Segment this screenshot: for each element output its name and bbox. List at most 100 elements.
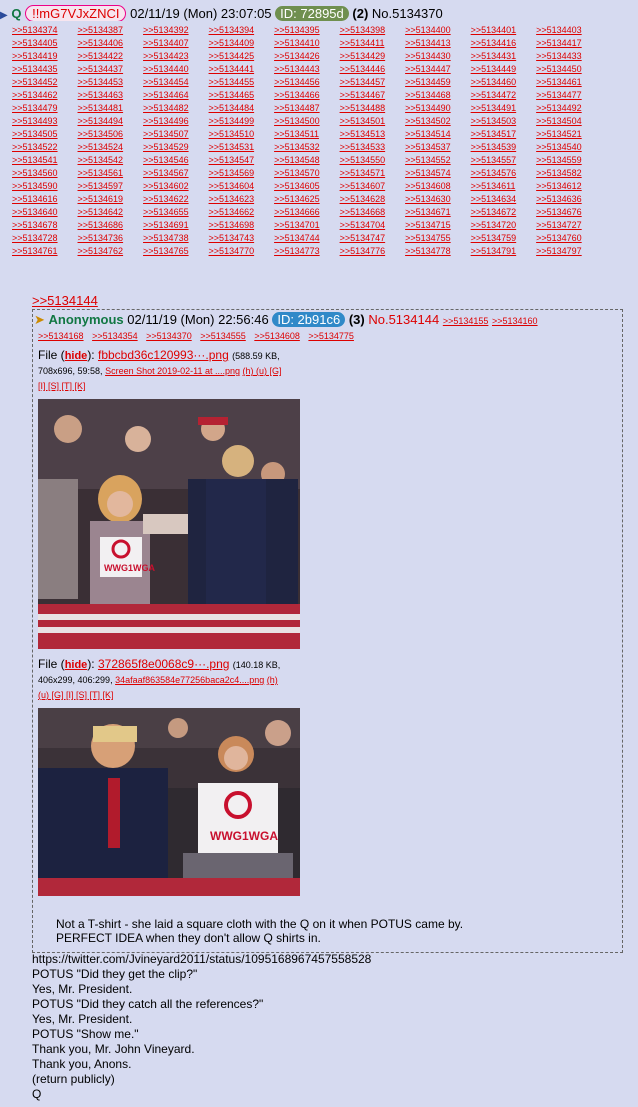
reply-link[interactable]: >>5134450 <box>536 63 599 76</box>
reply-link[interactable]: >>5134437 <box>78 63 141 76</box>
reply-link[interactable]: >>5134492 <box>536 102 599 115</box>
reply-link[interactable]: >>5134513 <box>340 128 403 141</box>
reply-link[interactable]: >>5134676 <box>536 206 599 219</box>
reply-link[interactable]: >>5134791 <box>471 245 534 258</box>
reply-link[interactable]: >>5134529 <box>143 141 206 154</box>
collapse-triangle-icon[interactable]: ▶ <box>0 10 8 21</box>
inline-reply-link[interactable]: >>5134155 <box>443 316 489 326</box>
reply-link[interactable]: >>5134425 <box>209 50 272 63</box>
reply-link[interactable]: >>5134701 <box>274 219 337 232</box>
reply-link[interactable]: >>5134668 <box>340 206 403 219</box>
reply-link[interactable]: >>5134622 <box>143 193 206 206</box>
hide-file-link[interactable]: hide <box>65 659 88 671</box>
reply-link[interactable]: >>5134514 <box>405 128 468 141</box>
reply-link[interactable]: >>5134511 <box>274 128 337 141</box>
reply-link[interactable]: >>5134604 <box>209 180 272 193</box>
reply-link[interactable]: >>5134440 <box>143 63 206 76</box>
reply-link[interactable]: >>5134454 <box>143 76 206 89</box>
reply-link[interactable]: >>5134640 <box>12 206 75 219</box>
reply-link[interactable]: >>5134759 <box>471 232 534 245</box>
reply-link[interactable]: >>5134400 <box>405 24 468 37</box>
reply-link[interactable]: >>5134449 <box>471 63 534 76</box>
reply-link[interactable]: >>5134634 <box>471 193 534 206</box>
reply-link[interactable]: >>5134507 <box>143 128 206 141</box>
reply-link[interactable]: >>5134426 <box>274 50 337 63</box>
backlink[interactable]: >>5134354 <box>92 331 138 341</box>
reply-link[interactable]: >>5134491 <box>471 102 534 115</box>
reply-link[interactable]: >>5134691 <box>143 219 206 232</box>
reply-link[interactable]: >>5134678 <box>12 219 75 232</box>
reply-link[interactable]: >>5134698 <box>209 219 272 232</box>
backlink[interactable]: >>5134370 <box>146 331 192 341</box>
reply-link[interactable]: >>5134433 <box>536 50 599 63</box>
reply-link[interactable]: >>5134762 <box>78 245 141 258</box>
reply-link[interactable]: >>5134505 <box>12 128 75 141</box>
reply-link[interactable]: >>5134574 <box>405 167 468 180</box>
reply-link[interactable]: >>5134744 <box>274 232 337 245</box>
quoted-post-link[interactable]: >>5134144 <box>32 293 98 308</box>
reply-link[interactable]: >>5134616 <box>12 193 75 206</box>
arrow-icon[interactable]: ➤ <box>34 312 45 327</box>
reply-link[interactable]: >>5134488 <box>340 102 403 115</box>
reply-link[interactable]: >>5134447 <box>405 63 468 76</box>
post-number[interactable]: No.5134144 <box>368 312 439 327</box>
reply-link[interactable]: >>5134463 <box>78 89 141 102</box>
reply-link[interactable]: >>5134636 <box>536 193 599 206</box>
reply-link[interactable]: >>5134531 <box>209 141 272 154</box>
reply-link[interactable]: >>5134411 <box>340 37 403 50</box>
hide-file-link[interactable]: hide <box>65 350 88 362</box>
reply-link[interactable]: >>5134453 <box>78 76 141 89</box>
reply-link[interactable]: >>5134435 <box>12 63 75 76</box>
reply-link[interactable]: >>5134409 <box>209 37 272 50</box>
reply-link[interactable]: >>5134430 <box>405 50 468 63</box>
reply-link[interactable]: >>5134490 <box>405 102 468 115</box>
reply-link[interactable]: >>5134477 <box>536 89 599 102</box>
reply-link[interactable]: >>5134720 <box>471 219 534 232</box>
reply-link[interactable]: >>5134484 <box>209 102 272 115</box>
reply-link[interactable]: >>5134597 <box>78 180 141 193</box>
reply-link[interactable]: >>5134481 <box>78 102 141 115</box>
reply-link[interactable]: >>5134419 <box>12 50 75 63</box>
reply-link[interactable]: >>5134728 <box>12 232 75 245</box>
reply-link[interactable]: >>5134611 <box>471 180 534 193</box>
reply-link[interactable]: >>5134548 <box>274 154 337 167</box>
reply-link[interactable]: >>5134499 <box>209 115 272 128</box>
reply-link[interactable]: >>5134571 <box>340 167 403 180</box>
reply-link[interactable]: >>5134429 <box>340 50 403 63</box>
reply-link[interactable]: >>5134773 <box>274 245 337 258</box>
reply-link[interactable]: >>5134503 <box>471 115 534 128</box>
reply-link[interactable]: >>5134403 <box>536 24 599 37</box>
reply-link[interactable]: >>5134736 <box>78 232 141 245</box>
reply-link[interactable]: >>5134743 <box>209 232 272 245</box>
reply-link[interactable]: >>5134623 <box>209 193 272 206</box>
reply-link[interactable]: >>5134533 <box>340 141 403 154</box>
image-search-links[interactable]: (u) [G] [I] [S] [T] [K] <box>38 690 114 700</box>
reply-link[interactable]: >>5134797 <box>536 245 599 258</box>
reply-link[interactable]: >>5134468 <box>405 89 468 102</box>
reply-link[interactable]: >>5134500 <box>274 115 337 128</box>
reply-link[interactable]: >>5134602 <box>143 180 206 193</box>
reply-link[interactable]: >>5134522 <box>12 141 75 154</box>
reply-link[interactable]: >>5134406 <box>78 37 141 50</box>
reply-link[interactable]: >>5134510 <box>209 128 272 141</box>
reply-link[interactable]: >>5134619 <box>78 193 141 206</box>
reply-link[interactable]: >>5134461 <box>536 76 599 89</box>
reply-link[interactable]: >>5134642 <box>78 206 141 219</box>
reply-link[interactable]: >>5134765 <box>143 245 206 258</box>
reply-link[interactable]: >>5134569 <box>209 167 272 180</box>
reply-link[interactable]: >>5134655 <box>143 206 206 219</box>
file-tools-links[interactable]: (h) <box>267 675 278 685</box>
reply-link[interactable]: >>5134704 <box>340 219 403 232</box>
reply-link[interactable]: >>5134686 <box>78 219 141 232</box>
reply-link[interactable]: >>5134398 <box>340 24 403 37</box>
reply-link[interactable]: >>5134582 <box>536 167 599 180</box>
file-tools-links[interactable]: (h) (u) [G] <box>243 366 282 376</box>
reply-link[interactable]: >>5134542 <box>78 154 141 167</box>
reply-link[interactable]: >>5134482 <box>143 102 206 115</box>
reply-link[interactable]: >>5134537 <box>405 141 468 154</box>
reply-link[interactable]: >>5134761 <box>12 245 75 258</box>
reply-link[interactable]: >>5134539 <box>471 141 534 154</box>
reply-link[interactable]: >>5134672 <box>471 206 534 219</box>
reply-link[interactable]: >>5134441 <box>209 63 272 76</box>
reply-link[interactable]: >>5134630 <box>405 193 468 206</box>
